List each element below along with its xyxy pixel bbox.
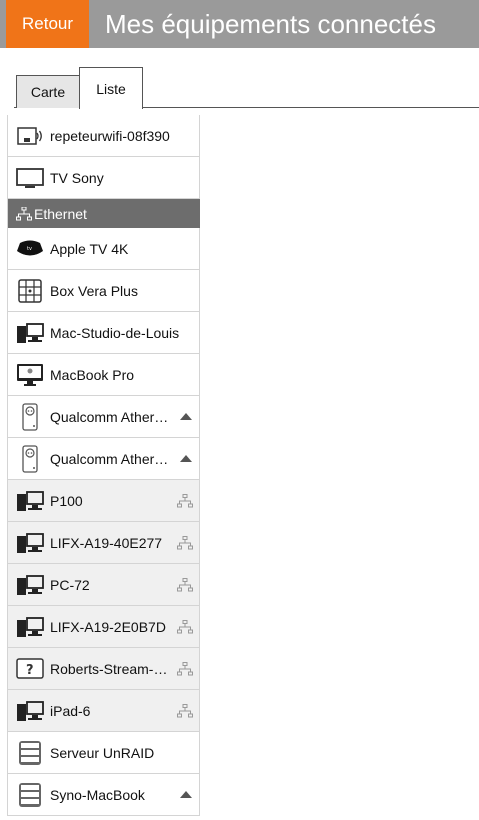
chevron-up-icon[interactable] [180,413,192,420]
device-row[interactable]: LIFX-A19-40E277 [8,522,200,564]
device-row[interactable]: Qualcomm Ather… [8,438,200,480]
device-label: Mac-Studio-de-Louis [50,324,180,341]
device-label: Qualcomm Ather… [50,408,169,425]
server-icon [16,783,44,807]
powerline-adapter-icon [16,403,44,431]
section-header-ethernet: Ethernet [8,199,200,228]
device-row[interactable]: repeteurwifi-08f390 [8,115,200,157]
device-label: Serveur UnRAID [50,744,155,761]
device-label: P100 [50,492,83,509]
device-label: LIFX-A19-2E0B7D [50,618,166,635]
device-row[interactable]: MacBook Pro [8,354,200,396]
page-title: Mes équipements connectés [105,8,436,39]
imac-icon [16,363,44,387]
server-icon [16,741,44,765]
device-label: repeteurwifi-08f390 [50,127,170,144]
desktop-computer-icon [16,489,44,513]
box-grid-icon [16,279,44,303]
device-row[interactable]: tv Apple TV 4K [8,228,200,270]
device-label: Qualcomm Ather… [50,450,169,467]
network-icon [177,494,193,508]
top-bar: Retour Mes équipements connectés [0,0,479,48]
svg-text:?: ? [26,663,34,678]
desktop-computer-icon [16,573,44,597]
device-row[interactable]: Qualcomm Ather… [8,396,200,438]
device-row[interactable]: LIFX-A19-2E0B7D [8,606,200,648]
device-label: TV Sony [50,169,104,186]
network-icon [177,536,193,550]
tv-icon [16,166,44,190]
device-row[interactable]: ? Roberts-Stream-… [8,648,200,690]
device-row[interactable]: iPad-6 [8,690,200,732]
powerline-adapter-icon [16,445,44,473]
device-label: PC-72 [50,576,90,593]
device-label: iPad-6 [50,702,91,719]
tab-carte[interactable]: Carte [16,75,80,108]
network-icon [177,578,193,592]
network-icon [177,704,193,718]
device-row[interactable]: Mac-Studio-de-Louis [8,312,200,354]
device-row[interactable]: Syno-MacBook [8,774,200,816]
device-label: LIFX-A19-40E277 [50,534,163,551]
network-icon [177,662,193,676]
back-button[interactable]: Retour [6,0,89,48]
unknown-device-icon: ? [16,657,44,681]
tab-liste[interactable]: Liste [79,67,143,109]
wifi-repeater-icon [16,124,44,148]
device-row[interactable]: P100 [8,480,200,522]
desktop-computer-icon [16,615,44,639]
apple-tv-icon: tv [16,237,44,261]
device-label: Syno-MacBook [50,786,145,803]
network-icon [177,620,193,634]
ethernet-icon [16,206,32,221]
device-label: Apple TV 4K [50,240,129,257]
device-row[interactable]: PC-72 [8,564,200,606]
device-row[interactable]: Box Vera Plus [8,270,200,312]
device-list: repeteurwifi-08f390 TV Sony Ethernet tv … [7,115,200,816]
device-row[interactable]: Serveur UnRAID [8,732,200,774]
chevron-up-icon[interactable] [180,455,192,462]
svg-text:tv: tv [27,246,32,252]
desktop-computer-icon [16,321,44,345]
section-label: Ethernet [34,205,87,222]
device-label: MacBook Pro [50,366,135,383]
desktop-computer-icon [16,699,44,723]
device-label: Roberts-Stream-… [50,660,168,677]
desktop-computer-icon [16,531,44,555]
chevron-up-icon[interactable] [180,791,192,798]
view-tabs: Carte Liste [0,66,479,109]
device-row[interactable]: TV Sony [8,157,200,199]
device-label: Box Vera Plus [50,282,138,299]
